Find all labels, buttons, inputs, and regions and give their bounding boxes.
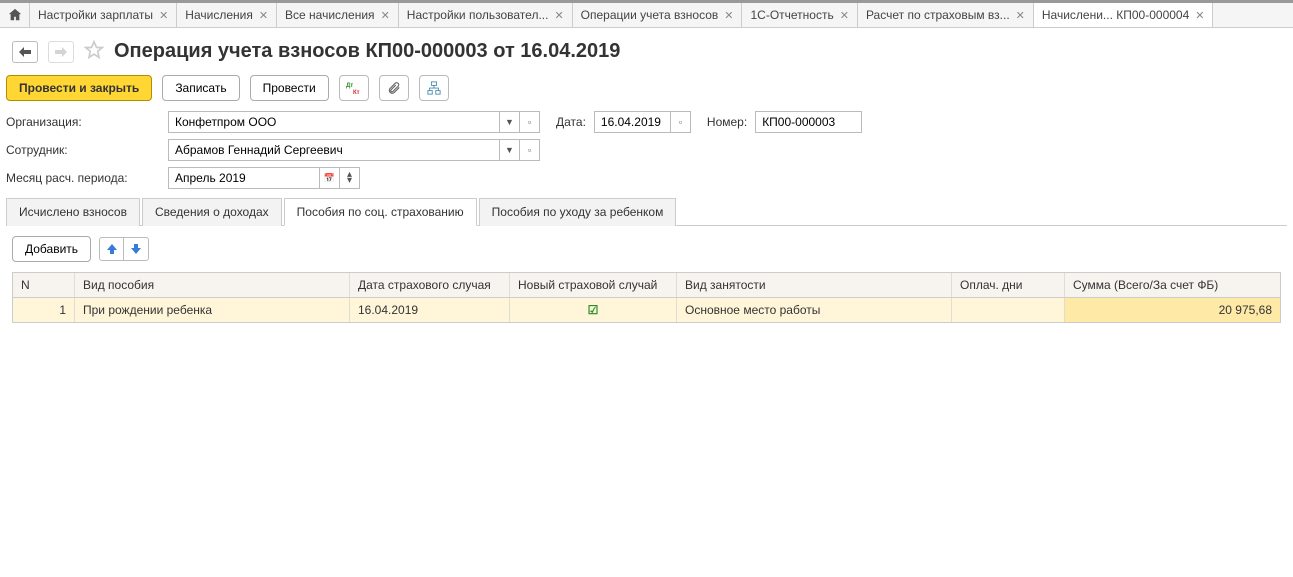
write-button[interactable]: Записать	[162, 75, 239, 101]
move-down-button[interactable]	[124, 238, 148, 260]
tab-contribution-ops[interactable]: Операции учета взносов✕	[573, 3, 743, 27]
close-icon[interactable]: ✕	[554, 9, 563, 22]
arrow-left-icon	[19, 47, 31, 57]
period-field[interactable]	[169, 168, 319, 188]
svg-text:Кт: Кт	[353, 90, 360, 95]
arrow-up-icon	[107, 244, 117, 254]
cell-employment[interactable]: Основное место работы	[677, 298, 952, 322]
period-input-group: 📅 ▴▾	[168, 167, 360, 189]
post-and-close-button[interactable]: Провести и закрыть	[6, 75, 152, 101]
close-icon[interactable]: ✕	[724, 9, 733, 22]
dt-kt-icon: ДтКт	[346, 81, 362, 95]
col-header-type[interactable]: Вид пособия	[75, 273, 350, 297]
number-label: Номер:	[707, 115, 747, 129]
sub-toolbar: Добавить	[0, 226, 1293, 272]
favorite-star-icon[interactable]	[84, 40, 104, 63]
date-label: Дата:	[556, 115, 586, 129]
dropdown-icon[interactable]: ▼	[499, 140, 519, 160]
period-label: Месяц расч. периода:	[6, 171, 168, 185]
open-icon[interactable]: ▫	[519, 140, 539, 160]
org-input-group: ▼ ▫	[168, 111, 540, 133]
cell-days[interactable]	[952, 298, 1065, 322]
cell-type[interactable]: При рождении ребенка	[75, 298, 350, 322]
tab-accruals[interactable]: Начисления✕	[177, 3, 277, 27]
arrow-down-icon	[131, 244, 141, 254]
tab-income-info[interactable]: Сведения о доходах	[142, 198, 282, 226]
content-tabs: Исчислено взносов Сведения о доходах Пос…	[6, 197, 1287, 226]
tab-1c-reporting[interactable]: 1С-Отчетность✕	[742, 3, 857, 27]
open-icon[interactable]: ▫	[519, 112, 539, 132]
add-button[interactable]: Добавить	[12, 236, 91, 262]
spinner-icon[interactable]: ▴▾	[339, 168, 359, 188]
org-field[interactable]	[169, 112, 499, 132]
close-icon[interactable]: ✕	[1195, 9, 1204, 22]
number-input-group	[755, 111, 862, 133]
page-title: Операция учета взносов КП00-000003 от 16…	[114, 40, 620, 63]
structure-button[interactable]	[419, 75, 449, 101]
close-icon[interactable]: ✕	[1016, 9, 1025, 22]
move-up-button[interactable]	[100, 238, 124, 260]
cell-date[interactable]: 16.04.2019	[350, 298, 510, 322]
nav-back-button[interactable]	[12, 41, 38, 63]
number-field[interactable]	[756, 112, 861, 132]
svg-text:Дт: Дт	[346, 83, 353, 89]
cell-sum[interactable]: 20 975,68	[1065, 298, 1280, 322]
col-header-days[interactable]: Оплач. дни	[952, 273, 1065, 297]
close-icon[interactable]: ✕	[259, 9, 268, 22]
tab-insurance-calc[interactable]: Расчет по страховым вз...✕	[858, 3, 1034, 27]
cell-n[interactable]: 1	[13, 298, 75, 322]
benefits-grid: N Вид пособия Дата страхового случая Нов…	[12, 272, 1281, 323]
home-icon	[8, 8, 22, 22]
tab-social-benefits[interactable]: Пособия по соц. страхованию	[284, 198, 477, 226]
nav-forward-button[interactable]	[48, 41, 74, 63]
tab-calculated-contributions[interactable]: Исчислено взносов	[6, 198, 140, 226]
post-button[interactable]: Провести	[250, 75, 329, 101]
dt-kt-button[interactable]: ДтКт	[339, 75, 369, 101]
arrow-right-icon	[55, 47, 67, 57]
col-header-date[interactable]: Дата страхового случая	[350, 273, 510, 297]
date-input-group: ▫	[594, 111, 691, 133]
tab-user-settings[interactable]: Настройки пользовател...✕	[399, 3, 573, 27]
employee-field[interactable]	[169, 140, 499, 160]
tab-all-accruals[interactable]: Все начисления✕	[277, 3, 399, 27]
col-header-new[interactable]: Новый страховой случай	[510, 273, 677, 297]
top-tabs-bar: Настройки зарплаты✕ Начисления✕ Все начи…	[0, 0, 1293, 28]
col-header-n[interactable]: N	[13, 273, 75, 297]
tab-accrual-kp00[interactable]: Начислени... КП00-000004✕	[1034, 3, 1214, 27]
move-buttons	[99, 237, 149, 261]
calendar-icon[interactable]: ▫	[670, 112, 690, 132]
grid-header: N Вид пособия Дата страхового случая Нов…	[13, 273, 1280, 298]
header-row: Операция учета взносов КП00-000003 от 16…	[0, 28, 1293, 71]
table-row[interactable]: 1 При рождении ребенка 16.04.2019 ☑ Осно…	[13, 298, 1280, 322]
date-field[interactable]	[595, 112, 670, 132]
employee-input-group: ▼ ▫	[168, 139, 540, 161]
tab-settings-salary[interactable]: Настройки зарплаты✕	[30, 3, 177, 27]
form-area: Организация: ▼ ▫ Дата: ▫ Номер: Сотрудни…	[0, 111, 1293, 226]
col-header-emp[interactable]: Вид занятости	[677, 273, 952, 297]
home-tab[interactable]	[0, 3, 30, 27]
close-icon[interactable]: ✕	[159, 9, 168, 22]
dropdown-icon[interactable]: ▼	[499, 112, 519, 132]
close-icon[interactable]: ✕	[381, 9, 390, 22]
check-icon: ☑	[588, 303, 599, 317]
structure-icon	[427, 81, 441, 95]
cell-new-checkbox[interactable]: ☑	[510, 298, 677, 322]
tab-childcare-benefits[interactable]: Пособия по уходу за ребенком	[479, 198, 677, 226]
col-header-sum[interactable]: Сумма (Всего/За счет ФБ)	[1065, 273, 1280, 297]
attach-button[interactable]	[379, 75, 409, 101]
close-icon[interactable]: ✕	[840, 9, 849, 22]
calendar-icon[interactable]: 📅	[319, 168, 339, 188]
toolbar: Провести и закрыть Записать Провести ДтК…	[0, 71, 1293, 111]
org-label: Организация:	[6, 115, 168, 129]
employee-label: Сотрудник:	[6, 143, 168, 157]
paperclip-icon	[387, 81, 401, 95]
